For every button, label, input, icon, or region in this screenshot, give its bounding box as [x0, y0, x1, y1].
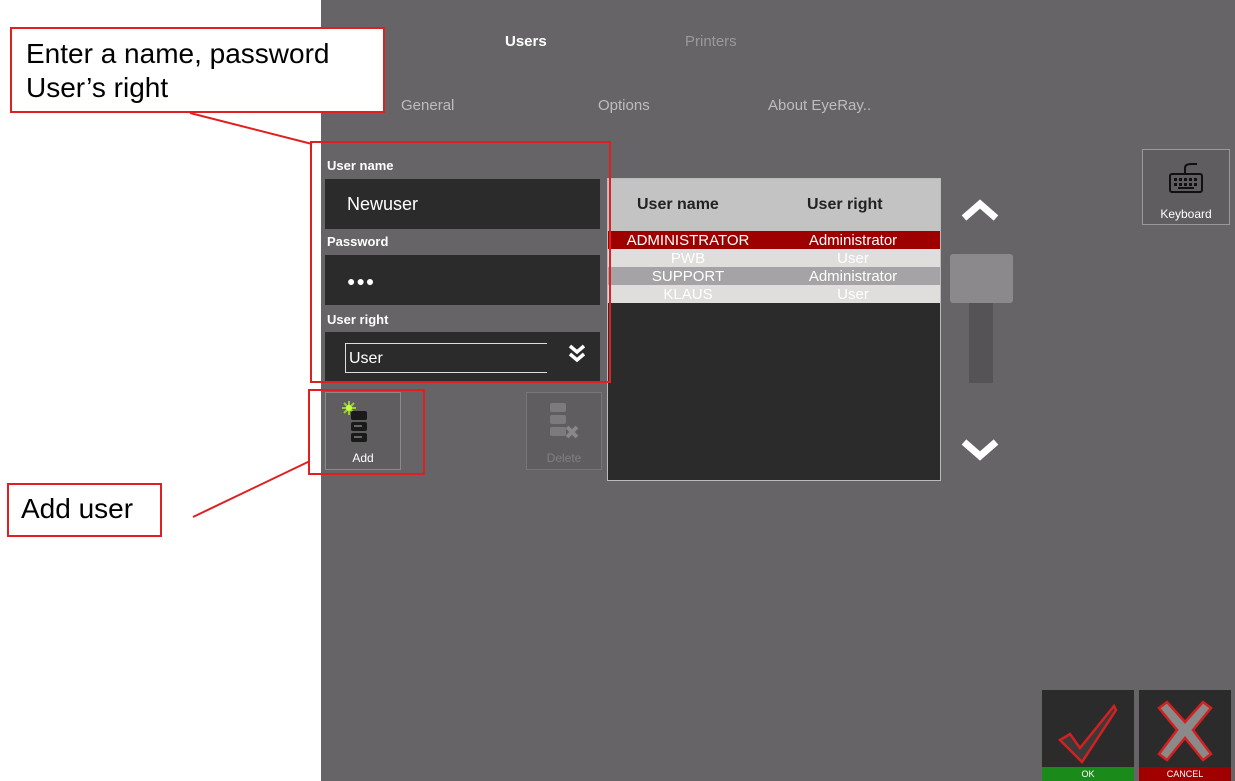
- tab-general[interactable]: General: [401, 97, 454, 114]
- tab-options[interactable]: Options: [598, 97, 650, 114]
- annotation-text-form: Enter a name, password User’s right: [26, 38, 330, 103]
- close-icon: [1157, 700, 1213, 762]
- tab-about[interactable]: About EyeRay..: [768, 97, 871, 114]
- cell-user-right: User: [837, 286, 869, 303]
- cell-username: SUPPORT: [651, 268, 725, 285]
- cancel-label: CANCEL: [1139, 767, 1231, 781]
- delete-label: Delete: [546, 451, 582, 465]
- scrollbar-thumb[interactable]: [950, 254, 1013, 303]
- delete-user-icon: [550, 403, 579, 439]
- ok-button[interactable]: OK: [1042, 690, 1134, 781]
- ok-label: OK: [1042, 767, 1134, 781]
- cell-username: ADMINISTRATOR: [626, 232, 750, 249]
- cancel-button[interactable]: CANCEL: [1139, 690, 1231, 781]
- column-header-username: User name: [637, 196, 719, 213]
- annotation-box-add: Add user: [7, 483, 162, 537]
- scroll-up-icon[interactable]: [960, 198, 1000, 222]
- users-table: User name User right ADMINISTRATOR Admin…: [607, 178, 941, 481]
- annotation-highlight-add: [308, 389, 425, 475]
- keyboard-label: Keyboard: [1160, 207, 1212, 221]
- cell-username: KLAUS: [663, 286, 713, 303]
- cell-user-right: Administrator: [808, 232, 898, 249]
- annotation-line-form: [189, 112, 313, 145]
- tab-users[interactable]: Users: [505, 33, 547, 50]
- annotation-box-form: Enter a name, password User’s right: [10, 27, 385, 113]
- table-row[interactable]: SUPPORT Administrator: [608, 267, 940, 285]
- tab-printers[interactable]: Printers: [685, 33, 737, 50]
- cell-user-right: User: [837, 250, 869, 267]
- table-row[interactable]: ADMINISTRATOR Administrator: [608, 231, 940, 249]
- annotation-text-add: Add user: [21, 493, 134, 524]
- annotation-line-add: [192, 460, 311, 518]
- table-row[interactable]: KLAUS User: [608, 285, 940, 303]
- checkmark-icon: [1057, 703, 1118, 764]
- keyboard-button[interactable]: Keyboard: [1142, 149, 1230, 225]
- annotation-highlight-form: [310, 141, 611, 383]
- scroll-down-icon[interactable]: [960, 438, 1000, 462]
- delete-user-button[interactable]: Delete: [526, 392, 602, 470]
- cell-username: PWB: [670, 250, 706, 267]
- table-row[interactable]: PWB User: [608, 249, 940, 267]
- cell-user-right: Administrator: [808, 268, 898, 285]
- table-header: User name User right: [608, 179, 940, 231]
- keyboard-icon: [1169, 163, 1203, 193]
- column-header-user-right: User right: [807, 196, 883, 213]
